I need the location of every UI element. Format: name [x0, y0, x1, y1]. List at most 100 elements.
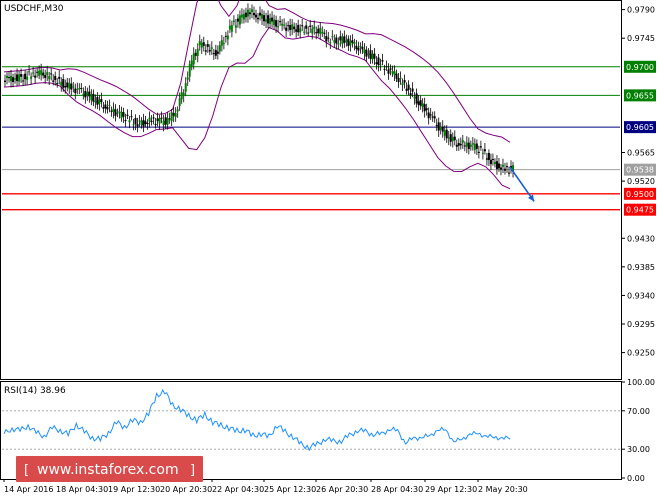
svg-text:[: [ [24, 463, 29, 478]
candle-body [8, 76, 11, 79]
candle-body [66, 82, 69, 88]
candle-body [389, 68, 392, 70]
candle-body [325, 36, 328, 42]
candle-body [110, 110, 113, 112]
candle-body [30, 76, 33, 79]
candle-body [254, 14, 257, 18]
candle-body [86, 92, 89, 96]
candle-body [54, 75, 57, 80]
candle-body [341, 36, 344, 44]
candle-body [335, 37, 338, 44]
candle-body [242, 13, 245, 20]
candle-body [104, 104, 107, 109]
candle-body [403, 79, 406, 83]
candle-body [369, 50, 372, 59]
candle-body [481, 152, 484, 154]
candle-body [357, 47, 360, 51]
candle-body [214, 50, 217, 56]
candle-body [150, 120, 153, 122]
rsi-tick-label: 100.00 [627, 378, 655, 387]
candle-body [443, 130, 446, 136]
candle-body [409, 93, 412, 96]
candle-body [499, 167, 502, 170]
candle-body [230, 25, 233, 32]
candle-body [317, 28, 320, 34]
candle-body [495, 161, 498, 170]
candle-body [407, 84, 410, 90]
candle-body [162, 120, 165, 126]
candle-body [170, 112, 173, 122]
candle-body [198, 40, 201, 46]
candle-body [315, 32, 318, 34]
candle-body [22, 80, 25, 82]
candle-body [455, 144, 458, 147]
candle-body [359, 45, 362, 48]
candle-body [303, 31, 306, 33]
candle-body [501, 164, 504, 167]
candle-body [48, 76, 51, 80]
level-label: 0.9700 [626, 63, 654, 72]
candle-body [319, 28, 322, 34]
candle-body [367, 53, 370, 55]
chart-title: USDCHF,M30 [4, 4, 64, 14]
candle-body [355, 45, 358, 49]
candle-body [108, 104, 111, 106]
candle-body [14, 78, 17, 80]
candle-body [60, 81, 63, 86]
candle-body [82, 93, 85, 95]
candle-body [469, 144, 472, 147]
candle-body [425, 108, 428, 111]
candle-body [489, 159, 492, 165]
time-tick-label: 2 May 20:30 [478, 485, 528, 494]
candle-body [174, 113, 177, 117]
candle-body [24, 73, 27, 80]
candle-body [309, 25, 312, 27]
candle-body [387, 69, 390, 74]
price-tick-label: 0.9340 [627, 291, 655, 300]
candle-body [206, 44, 209, 47]
candle-body [90, 94, 93, 101]
candle-body [184, 83, 187, 92]
level-label: 0.9655 [626, 91, 654, 100]
candle-body [226, 35, 229, 40]
candle-body [228, 25, 231, 30]
candle-body [333, 40, 336, 43]
candle-body [399, 77, 402, 79]
candle-body [236, 18, 239, 22]
candle-body [361, 46, 364, 50]
candle-body [176, 109, 179, 112]
candle-body [232, 20, 235, 22]
candle-body [311, 28, 314, 34]
candle-body [212, 53, 215, 55]
candle-body [421, 103, 424, 108]
rsi-tick-label: 70.00 [627, 407, 650, 416]
candle-body [405, 88, 408, 91]
candle-body [68, 82, 71, 89]
candle-body [269, 18, 272, 24]
candle-body [257, 17, 260, 20]
candle-body [331, 36, 334, 38]
candle-body [383, 68, 386, 70]
candle-body [44, 75, 47, 78]
candle-body [92, 93, 95, 102]
candle-body [415, 93, 418, 104]
candle-body [277, 26, 280, 28]
candle-body [52, 80, 55, 82]
candle-body [84, 90, 87, 98]
candle-body [281, 23, 284, 26]
candle-body [96, 97, 99, 105]
candle-body [188, 64, 191, 77]
candle-body [285, 27, 288, 31]
candle-body [42, 72, 45, 76]
candle-body [98, 99, 101, 105]
candle-body [447, 137, 450, 139]
candle-body [275, 20, 278, 27]
candle-body [220, 40, 223, 46]
candle-body [343, 36, 346, 43]
candle-body [100, 98, 103, 103]
candle-body [305, 25, 308, 29]
candle-body [353, 42, 356, 45]
time-tick-label: 26 Apr 20:30 [316, 485, 368, 494]
candle-body [411, 88, 414, 92]
candle-body [146, 122, 149, 125]
